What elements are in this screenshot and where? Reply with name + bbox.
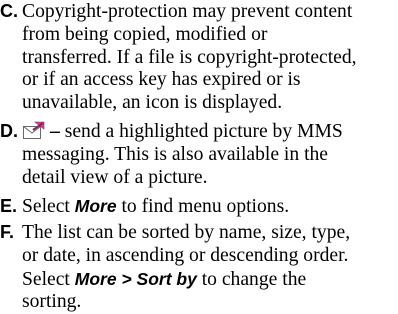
item-c-line-1: C. Copyright-protection may prevent conte…	[0, 1, 353, 22]
item-d-dash: –	[50, 121, 60, 142]
item-c-line-4: or if an access key has expired or is	[22, 69, 301, 91]
item-f-letter: F.	[0, 222, 15, 242]
item-c-line-2: from being copied, modified or	[22, 23, 268, 45]
list-item-c: C. Copyright-protection may prevent conte…	[0, 0, 398, 115]
item-f-line-4: sorting.	[22, 291, 82, 313]
item-f-line-2: or date, in ascending or descending orde…	[22, 244, 349, 266]
item-e-line-1: E. Select More to find menu options.	[0, 196, 290, 217]
item-d-line-3: detail view of a picture.	[22, 166, 208, 188]
item-f-emphasis: More > Sort by	[74, 268, 197, 289]
list-item-f: F. The list can be sorted by name, size, …	[0, 221, 398, 314]
item-e-letter: E.	[0, 196, 18, 216]
item-e-emphasis: More	[74, 196, 117, 216]
list-item-d: D. – send a highlighted picture by MMS m…	[0, 120, 398, 189]
item-d-line-1: D. – send a highlighted picture by MMS	[0, 121, 343, 142]
item-f-line-1: F. The list can be sorted by name, size, …	[0, 222, 351, 243]
item-f-line-3: Select More > Sort by to change the	[22, 268, 307, 290]
item-c-line-3: transferred. If a file is copyright-prot…	[22, 46, 357, 68]
item-d-letter: D.	[0, 121, 18, 141]
item-d-line-2: messaging. This is also available in the	[22, 143, 329, 165]
send-mms-envelope-icon	[23, 121, 45, 139]
list-item-e: E. Select More to find menu options.	[0, 195, 398, 219]
item-c-letter: C.	[0, 1, 18, 21]
item-c-line-5: unavailable, an icon is displayed.	[22, 92, 283, 114]
